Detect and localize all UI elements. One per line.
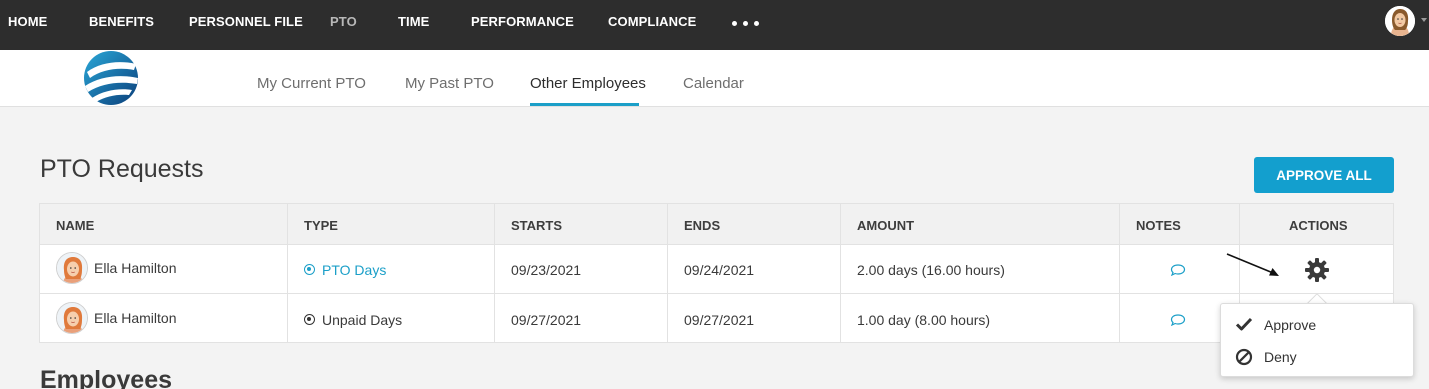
table-row: Ella Hamilton PTO Days 09/23/2021 09/24/… xyxy=(40,245,1393,294)
table-header: NAME TYPE STARTS ENDS AMOUNT NOTES ACTIO… xyxy=(40,204,1393,245)
avatar-dropdown-caret-icon[interactable] xyxy=(1421,18,1427,22)
gear-icon[interactable] xyxy=(1304,257,1330,283)
tab-my-current-pto[interactable]: My Current PTO xyxy=(257,75,366,92)
pto-requests-table: NAME TYPE STARTS ENDS AMOUNT NOTES ACTIO… xyxy=(39,203,1394,343)
tab-my-past-pto[interactable]: My Past PTO xyxy=(405,75,494,92)
block-icon xyxy=(1235,348,1253,366)
nav-personnel-file[interactable]: PERSONNEL FILE xyxy=(189,14,303,29)
company-logo-icon xyxy=(82,50,140,107)
pto-type: Unpaid Days xyxy=(322,312,403,328)
comment-icon[interactable] xyxy=(1170,263,1186,277)
pto-type-link[interactable]: PTO Days xyxy=(322,262,386,278)
nav-benefits[interactable]: BENEFITS xyxy=(89,14,154,29)
sub-nav: My Current PTO My Past PTO Other Employe… xyxy=(0,50,1429,107)
pto-type-icon xyxy=(304,314,315,325)
nav-pto[interactable]: PTO xyxy=(330,14,357,29)
column-header-ends[interactable]: ENDS xyxy=(684,218,720,233)
menu-item-approve[interactable]: Approve xyxy=(1221,308,1413,340)
column-header-actions: ACTIONS xyxy=(1289,218,1348,233)
active-tab-indicator xyxy=(530,103,639,106)
start-date: 09/27/2021 xyxy=(511,312,582,328)
employees-title: Employees xyxy=(40,366,173,389)
top-nav: HOME BENEFITS PERSONNEL FILE PTO TIME PE… xyxy=(0,0,1429,50)
employee-avatar-icon xyxy=(56,252,88,284)
amount: 1.00 day (8.00 hours) xyxy=(857,312,991,328)
employee-name: Ella Hamilton xyxy=(94,260,177,276)
nav-time[interactable]: TIME xyxy=(398,14,429,29)
nav-performance[interactable]: PERFORMANCE xyxy=(471,14,574,29)
menu-item-label: Approve xyxy=(1264,317,1317,333)
end-date: 09/24/2021 xyxy=(684,262,755,278)
start-date: 09/23/2021 xyxy=(511,262,582,278)
nav-compliance[interactable]: COMPLIANCE xyxy=(608,14,696,29)
employee-name: Ella Hamilton xyxy=(94,310,177,326)
pto-type-icon xyxy=(304,264,315,275)
approve-all-button[interactable]: APPROVE ALL xyxy=(1254,157,1394,193)
end-date: 09/27/2021 xyxy=(684,312,755,328)
page-title: PTO Requests xyxy=(40,155,204,183)
actions-dropdown-menu: Approve Deny xyxy=(1220,303,1414,377)
column-header-type[interactable]: TYPE xyxy=(304,218,338,233)
menu-item-label: Deny xyxy=(1264,349,1297,365)
check-icon xyxy=(1235,317,1253,331)
employee-avatar-icon xyxy=(56,302,88,334)
comment-icon[interactable] xyxy=(1170,313,1186,327)
table-row: Ella Hamilton Unpaid Days 09/27/2021 09/… xyxy=(40,295,1393,344)
menu-item-deny[interactable]: Deny xyxy=(1221,340,1413,372)
column-header-starts[interactable]: STARTS xyxy=(511,218,562,233)
user-avatar-icon[interactable] xyxy=(1385,6,1415,36)
tab-calendar[interactable]: Calendar xyxy=(683,75,744,92)
more-dots-icon[interactable] xyxy=(732,18,762,30)
column-header-name[interactable]: NAME xyxy=(56,218,94,233)
column-header-amount[interactable]: AMOUNT xyxy=(857,218,914,233)
nav-home[interactable]: HOME xyxy=(8,14,47,29)
annotation-arrow-icon xyxy=(1226,253,1279,276)
column-header-notes: NOTES xyxy=(1136,218,1181,233)
tab-other-employees[interactable]: Other Employees xyxy=(530,75,646,92)
amount: 2.00 days (16.00 hours) xyxy=(857,262,1005,278)
